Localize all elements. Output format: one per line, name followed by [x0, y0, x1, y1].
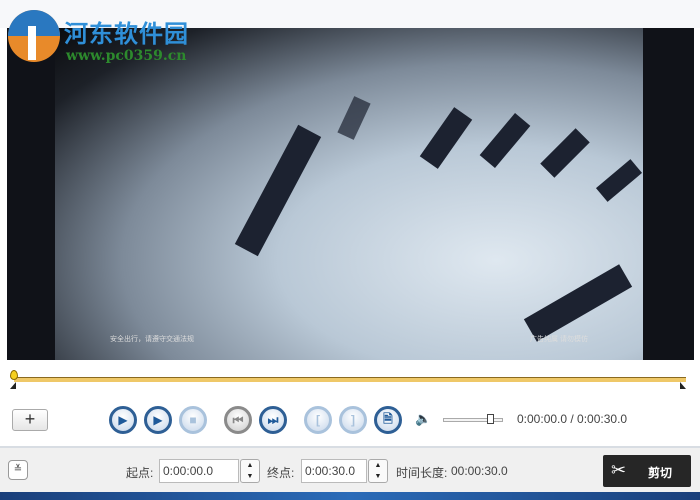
- video-player[interactable]: 安全出行，请遵守交通法规 广告纯属 请勿模仿: [7, 28, 694, 360]
- bracket-right-icon: ]: [351, 413, 355, 427]
- play-icon: ▶: [118, 413, 128, 427]
- add-file-button[interactable]: +: [12, 409, 48, 431]
- file-add-icon: 🗎: [383, 411, 393, 426]
- end-trim-handle[interactable]: [680, 382, 686, 389]
- bracket-left-icon: [: [316, 413, 320, 427]
- volume-slider-knob[interactable]: [487, 414, 494, 424]
- playhead-marker[interactable]: [10, 370, 18, 380]
- subtitle-left: 安全出行，请遵守交通法规: [110, 336, 194, 343]
- start-trim-handle[interactable]: [10, 382, 16, 389]
- expand-button[interactable]: ≚: [8, 460, 28, 480]
- skip-back-icon: ⏮: [232, 412, 244, 427]
- duration-value: 00:00:30.0: [451, 464, 508, 478]
- previous-button[interactable]: ⏮: [224, 406, 252, 434]
- play-selection-icon: ▶: [153, 413, 163, 427]
- watermark-title: 河东软件园: [64, 19, 189, 48]
- end-time-spinner[interactable]: ▲ ▼: [368, 459, 388, 483]
- time-display: 0:00:00.0 / 0:00:30.0: [517, 412, 628, 426]
- stop-icon: ■: [189, 413, 197, 427]
- video-frame: 安全出行，请遵守交通法规 广告纯属 请勿模仿: [55, 28, 643, 360]
- timeline-track[interactable]: [14, 377, 686, 382]
- add-segment-button[interactable]: 🗎: [374, 406, 402, 434]
- start-time-input[interactable]: 0:00:00.0: [159, 459, 239, 483]
- stop-button[interactable]: ■: [179, 406, 207, 434]
- set-end-button[interactable]: ]: [339, 406, 367, 434]
- end-time-input[interactable]: 0:00:30.0: [301, 459, 367, 483]
- taskbar-strip: [0, 492, 700, 500]
- subtitle-right: 广告纯属 请勿模仿: [530, 336, 588, 343]
- watermark-url: www.pc0359.cn: [66, 48, 187, 64]
- start-time-spinner[interactable]: ▲ ▼: [240, 459, 260, 483]
- scissors-icon: ✂: [611, 460, 627, 480]
- play-selection-button[interactable]: ▶: [144, 406, 172, 434]
- end-label: 终点:: [267, 466, 295, 480]
- set-start-button[interactable]: [: [304, 406, 332, 434]
- cut-label: 剪切: [648, 466, 673, 480]
- next-button[interactable]: ⏭: [259, 406, 287, 434]
- duration-label: 时间长度:: [396, 466, 448, 480]
- skip-forward-icon: ⏭: [267, 412, 279, 427]
- play-button[interactable]: ▶: [109, 406, 137, 434]
- volume-icon[interactable]: 🔈: [415, 411, 431, 427]
- cut-button[interactable]: ✂ 剪切: [603, 455, 691, 487]
- volume-slider[interactable]: [443, 418, 503, 422]
- start-label: 起点:: [126, 466, 154, 480]
- watermark-logo-icon: [8, 10, 60, 62]
